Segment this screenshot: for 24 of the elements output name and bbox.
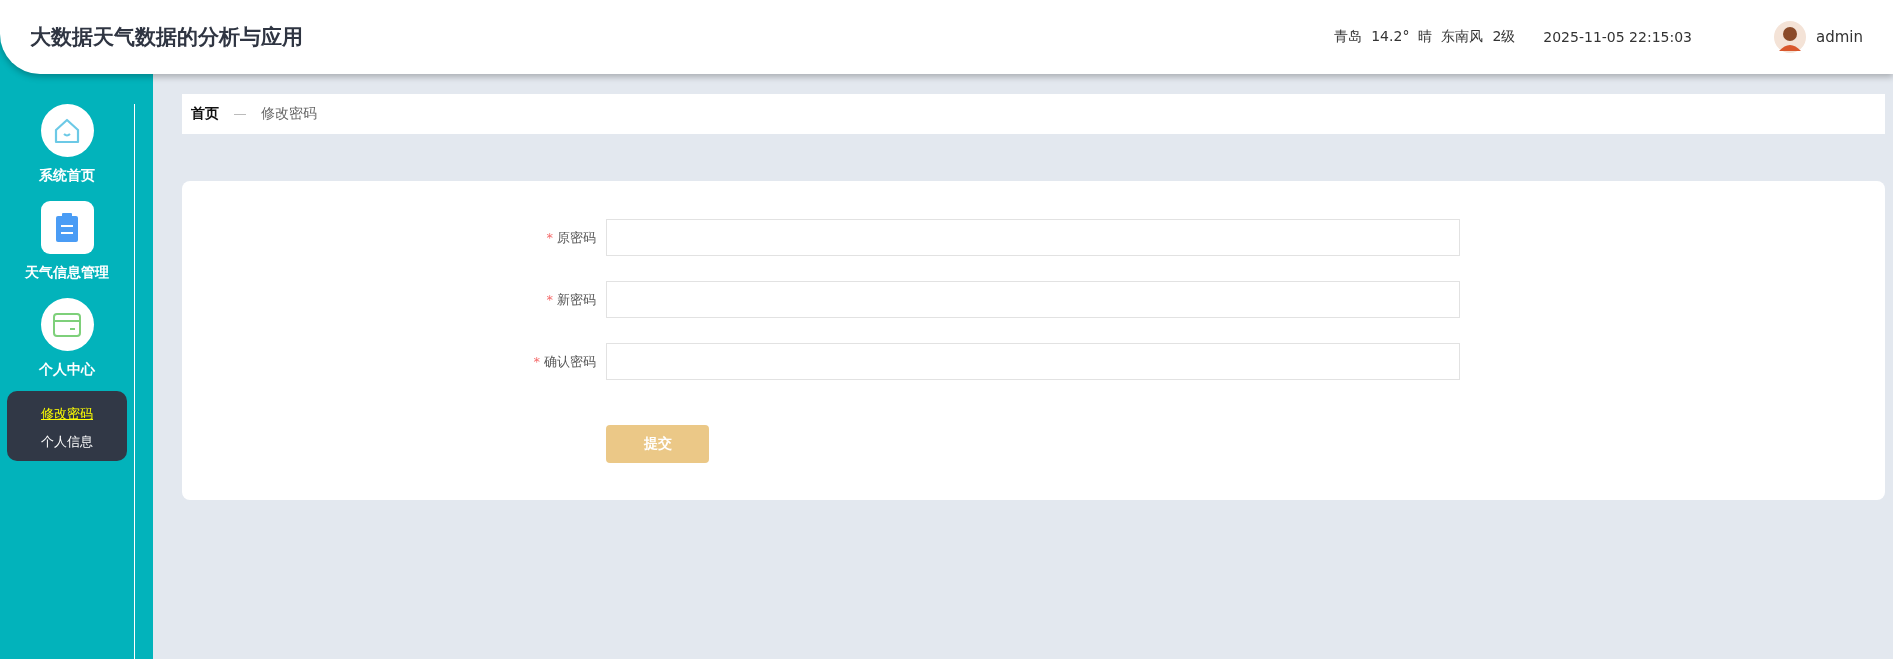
submenu-item[interactable]: 个人信息 bbox=[41, 433, 93, 451]
breadcrumb-link[interactable]: 首页 bbox=[191, 105, 219, 123]
card-icon[interactable] bbox=[52, 311, 82, 338]
weather-text: 东南风 bbox=[1441, 28, 1484, 46]
password-field[interactable] bbox=[606, 343, 1460, 380]
clipboard-icon[interactable] bbox=[55, 212, 79, 243]
required-mark: * bbox=[546, 229, 553, 245]
weather-text: 14.2° bbox=[1371, 28, 1410, 46]
app-title: 大数据天气数据的分析与应用 bbox=[30, 24, 304, 51]
avatar-icon[interactable] bbox=[1774, 21, 1806, 53]
password-field[interactable] bbox=[606, 219, 1460, 256]
field-label: 确认密码 bbox=[544, 353, 596, 369]
field-label: 原密码 bbox=[557, 229, 596, 245]
password-field[interactable] bbox=[606, 281, 1460, 318]
weather-text: 2级 bbox=[1492, 28, 1516, 46]
field-label: 新密码 bbox=[557, 291, 596, 307]
weather-text: 晴 bbox=[1418, 28, 1433, 46]
weather-text: 青岛 bbox=[1334, 28, 1363, 46]
username-text[interactable]: admin bbox=[1816, 28, 1863, 46]
datetime-text: 2025-11-05 22:15:03 bbox=[1543, 29, 1692, 45]
breadcrumb-link[interactable]: 修改密码 bbox=[261, 105, 317, 123]
required-mark: * bbox=[533, 353, 540, 369]
submenu-item[interactable]: 修改密码 bbox=[41, 405, 93, 423]
required-mark: * bbox=[546, 291, 553, 307]
